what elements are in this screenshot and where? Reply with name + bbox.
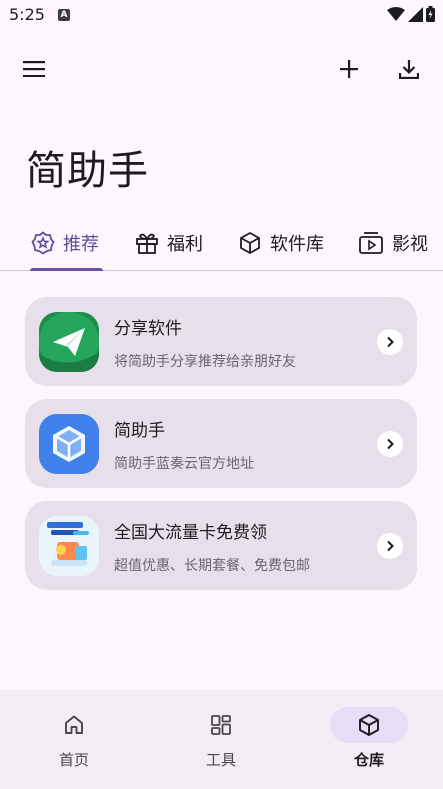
tab-film[interactable]: 影视 — [358, 215, 428, 271]
star-badge-icon — [31, 231, 55, 255]
bottom-navigation: 首页 工具 仓库 — [0, 690, 443, 789]
status-time: 5:25 — [9, 5, 45, 24]
cube-app-icon — [39, 414, 99, 474]
nav-pill — [35, 707, 113, 743]
tv-play-icon — [359, 232, 383, 254]
home-icon — [65, 715, 83, 734]
nav-label: 首页 — [58, 751, 89, 769]
signal-icon — [408, 6, 423, 22]
tab-label: 软件库 — [270, 234, 324, 255]
nav-tools[interactable]: 工具 — [171, 703, 271, 773]
card-subtitle: 将简助手分享推荐给亲朋好友 — [114, 354, 296, 370]
grid-icon — [211, 715, 231, 735]
status-bar: 5:25 A — [0, 0, 443, 32]
card-title: 全国大流量卡免费领 — [114, 523, 267, 543]
cube-icon — [359, 714, 379, 736]
battery-icon — [426, 6, 435, 22]
nav-pill — [330, 707, 408, 743]
status-indicators — [387, 6, 435, 22]
menu-button[interactable] — [14, 49, 54, 89]
tab-bar: 推荐 福利 软件库 影视 — [0, 215, 443, 271]
add-button[interactable] — [329, 49, 369, 89]
card-data-sim-promo[interactable]: 全国大流量卡免费领 超值优惠、长期套餐、免费包邮 — [25, 501, 417, 590]
tab-label: 福利 — [167, 234, 203, 255]
tab-indicator — [30, 268, 103, 271]
tab-label: 推荐 — [63, 234, 99, 255]
card-title: 分享软件 — [114, 319, 182, 339]
nav-label: 工具 — [205, 751, 236, 769]
cube-icon — [240, 232, 260, 254]
menu-icon — [23, 61, 45, 77]
chevron-right-icon[interactable] — [377, 533, 403, 559]
page-title: 简助手 — [26, 148, 149, 194]
card-official-site[interactable]: 简助手 简助手蓝奏云官方地址 — [25, 399, 417, 488]
tab-label: 影视 — [392, 234, 428, 255]
chevron-right-icon[interactable] — [377, 431, 403, 457]
wifi-icon — [387, 6, 405, 21]
tab-recommend[interactable]: 推荐 — [31, 215, 99, 271]
tab-software-library[interactable]: 软件库 — [238, 215, 324, 271]
download-button[interactable] — [389, 49, 429, 89]
download-icon — [399, 60, 419, 79]
plus-icon — [340, 60, 358, 78]
card-subtitle: 简助手蓝奏云官方地址 — [114, 456, 254, 472]
nav-repository[interactable]: 仓库 — [319, 703, 419, 773]
nav-home[interactable]: 首页 — [24, 703, 124, 773]
card-share-app[interactable]: 分享软件 将简助手分享推荐给亲朋好友 — [25, 297, 417, 386]
notification-icon: A — [58, 9, 70, 21]
paper-plane-icon — [39, 312, 99, 372]
nav-label: 仓库 — [353, 751, 384, 769]
sim-card-promo-icon — [39, 516, 99, 576]
nav-pill — [182, 707, 260, 743]
tab-welfare[interactable]: 福利 — [135, 215, 203, 271]
gift-icon — [136, 233, 158, 254]
card-subtitle: 超值优惠、长期套餐、免费包邮 — [114, 558, 310, 574]
card-title: 简助手 — [114, 421, 165, 441]
chevron-right-icon[interactable] — [377, 329, 403, 355]
